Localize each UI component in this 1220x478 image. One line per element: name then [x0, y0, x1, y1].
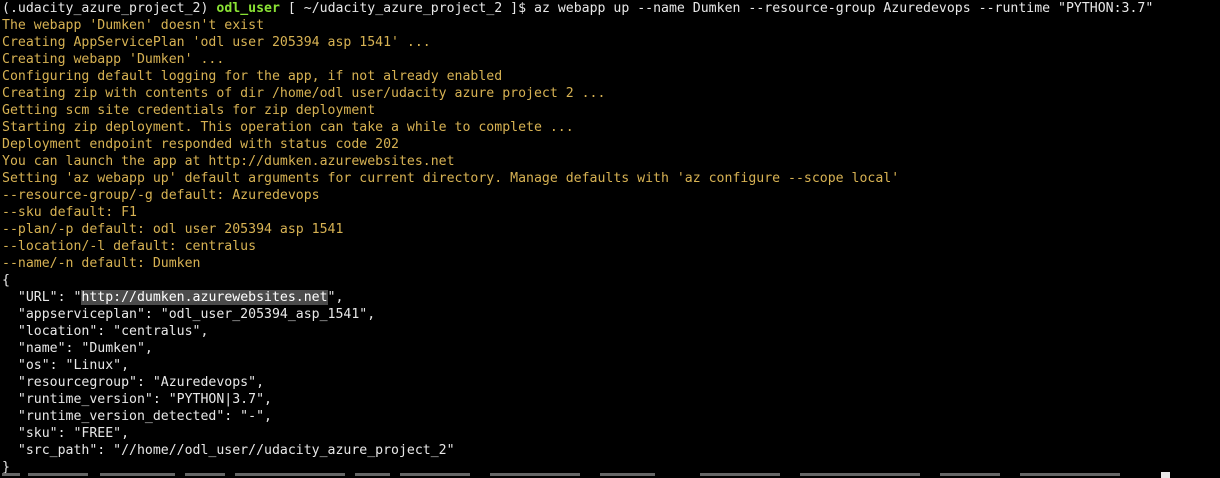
prompt-user: odl_user: [216, 1, 280, 16]
json-line: "name": "Dumken",: [2, 341, 153, 356]
output-line: The webapp 'Dumken' doesn't exist: [2, 18, 265, 33]
json-line: "os": "Linux",: [2, 358, 130, 373]
output-line: --resource-group/-g default: Azuredevops: [2, 188, 320, 203]
json-url-key: "URL": ": [2, 290, 82, 305]
json-open-brace: {: [2, 273, 10, 288]
terminal-window[interactable]: (.udacity_azure_project_2) odl_user [ ~/…: [0, 0, 1220, 478]
json-line: "runtime_version_detected": "-",: [2, 409, 272, 424]
output-line: Starting zip deployment. This operation …: [2, 120, 574, 135]
output-line: Configuring default logging for the app,…: [2, 69, 503, 84]
output-line: --location/-l default: centralus: [2, 239, 257, 254]
json-line: "location": "centralus",: [2, 324, 209, 339]
output-line: Deployment endpoint responded with statu…: [2, 137, 399, 152]
json-line: "appserviceplan": "odl_user_205394_asp_1…: [2, 307, 376, 322]
command-text[interactable]: az webapp up --name Dumken --resource-gr…: [534, 1, 1153, 16]
output-line: Getting scm site credentials for zip dep…: [2, 103, 376, 118]
command-prompt-line[interactable]: (.udacity_azure_project_2) odl_user [ ~/…: [2, 0, 1153, 17]
output-line: --sku default: F1: [2, 205, 137, 220]
prompt-venv: (.udacity_azure_project_2): [2, 1, 209, 16]
output-line: Creating AppServicePlan 'odl user 205394…: [2, 35, 431, 50]
output-line: Creating zip with contents of dir /home/…: [2, 86, 606, 101]
next-prompt-line-clipped: [0, 473, 1160, 478]
output-line: Creating webapp 'Dumken' ...: [2, 52, 225, 67]
json-line: "src_path": "//home//odl_user//udacity_a…: [2, 443, 455, 458]
json-url-suffix: ",: [327, 290, 344, 305]
json-line: "resourcegroup": "Azuredevops",: [2, 375, 265, 390]
selected-url-link[interactable]: http://dumken.azurewebsites.net: [81, 290, 328, 305]
output-line: Setting 'az webapp up' default arguments…: [2, 171, 900, 186]
output-line: You can launch the app at http://dumken.…: [2, 154, 455, 169]
json-line: "runtime_version": "PYTHON|3.7",: [2, 392, 272, 407]
terminal-cursor: [1161, 472, 1170, 478]
output-line: --name/-n default: Dumken: [2, 256, 201, 271]
prompt-path: [ ~/udacity_azure_project_2 ]$: [287, 1, 527, 16]
output-line: --plan/-p default: odl user 205394 asp 1…: [2, 222, 344, 237]
json-line: "sku": "FREE",: [2, 426, 130, 441]
json-url-line: "URL": "http://dumken.azurewebsites.net"…: [2, 289, 343, 306]
